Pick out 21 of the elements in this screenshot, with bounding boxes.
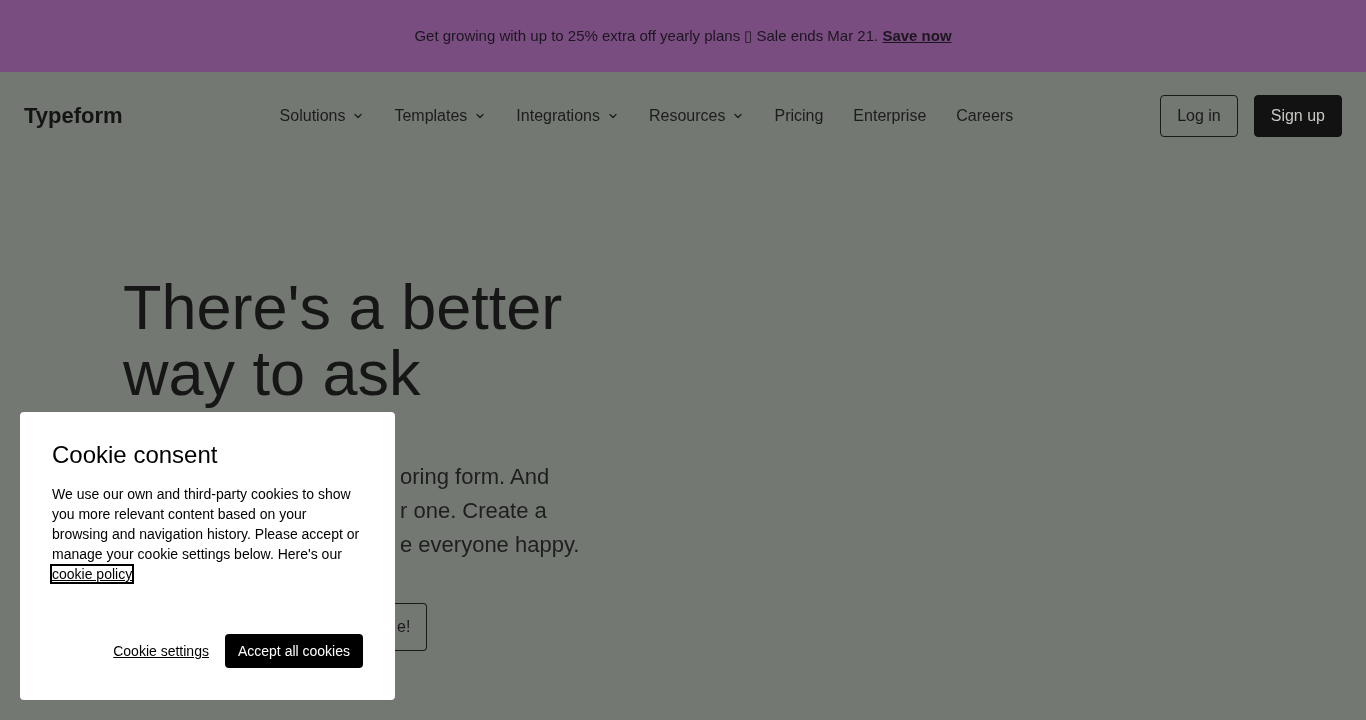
promo-text: Get growing with up to 25% extra off yearly plans ▯ Sale ends Mar 21. Save now bbox=[414, 27, 952, 45]
nav-link[interactable]: Pricing bbox=[774, 107, 824, 125]
hero-heading: There's a better way to ask bbox=[123, 274, 564, 406]
save-now-link[interactable]: Save now bbox=[882, 27, 952, 44]
hero-subtitle-line: e everyone happy. bbox=[400, 531, 580, 559]
logo[interactable]: Typeform bbox=[24, 103, 123, 129]
cookie-policy-link[interactable]: cookie policy bbox=[52, 566, 133, 582]
log-in-button[interactable]: Log in bbox=[1160, 95, 1238, 137]
cookie-settings-link[interactable]: Cookie settings bbox=[113, 643, 209, 659]
nav-dropdown[interactable]: Resources bbox=[648, 107, 745, 125]
hero-subtitle-line: r one. Create a bbox=[400, 497, 547, 525]
nav-dropdown[interactable]: Solutions bbox=[279, 107, 365, 125]
nav-link[interactable]: Careers bbox=[956, 107, 1014, 125]
accept-cookies-button[interactable]: Accept all cookies bbox=[224, 634, 363, 668]
hero-subtitle-line: oring form. And bbox=[400, 463, 550, 491]
cookie-consent-text: We use our own and third-party cookies to show you more relevant content based on your browsing and navigation history. Please accept or manage your cookie settings below. Here's our cookie policy bbox=[52, 485, 361, 584]
nav-link[interactable]: Enterprise bbox=[853, 107, 927, 125]
sign-up-button[interactable]: Sign up bbox=[1253, 95, 1342, 137]
nav-dropdown[interactable]: Templates bbox=[394, 107, 487, 125]
dialog-title: Cookie consent bbox=[52, 440, 219, 470]
nav-dropdown[interactable]: Integrations bbox=[516, 107, 619, 125]
